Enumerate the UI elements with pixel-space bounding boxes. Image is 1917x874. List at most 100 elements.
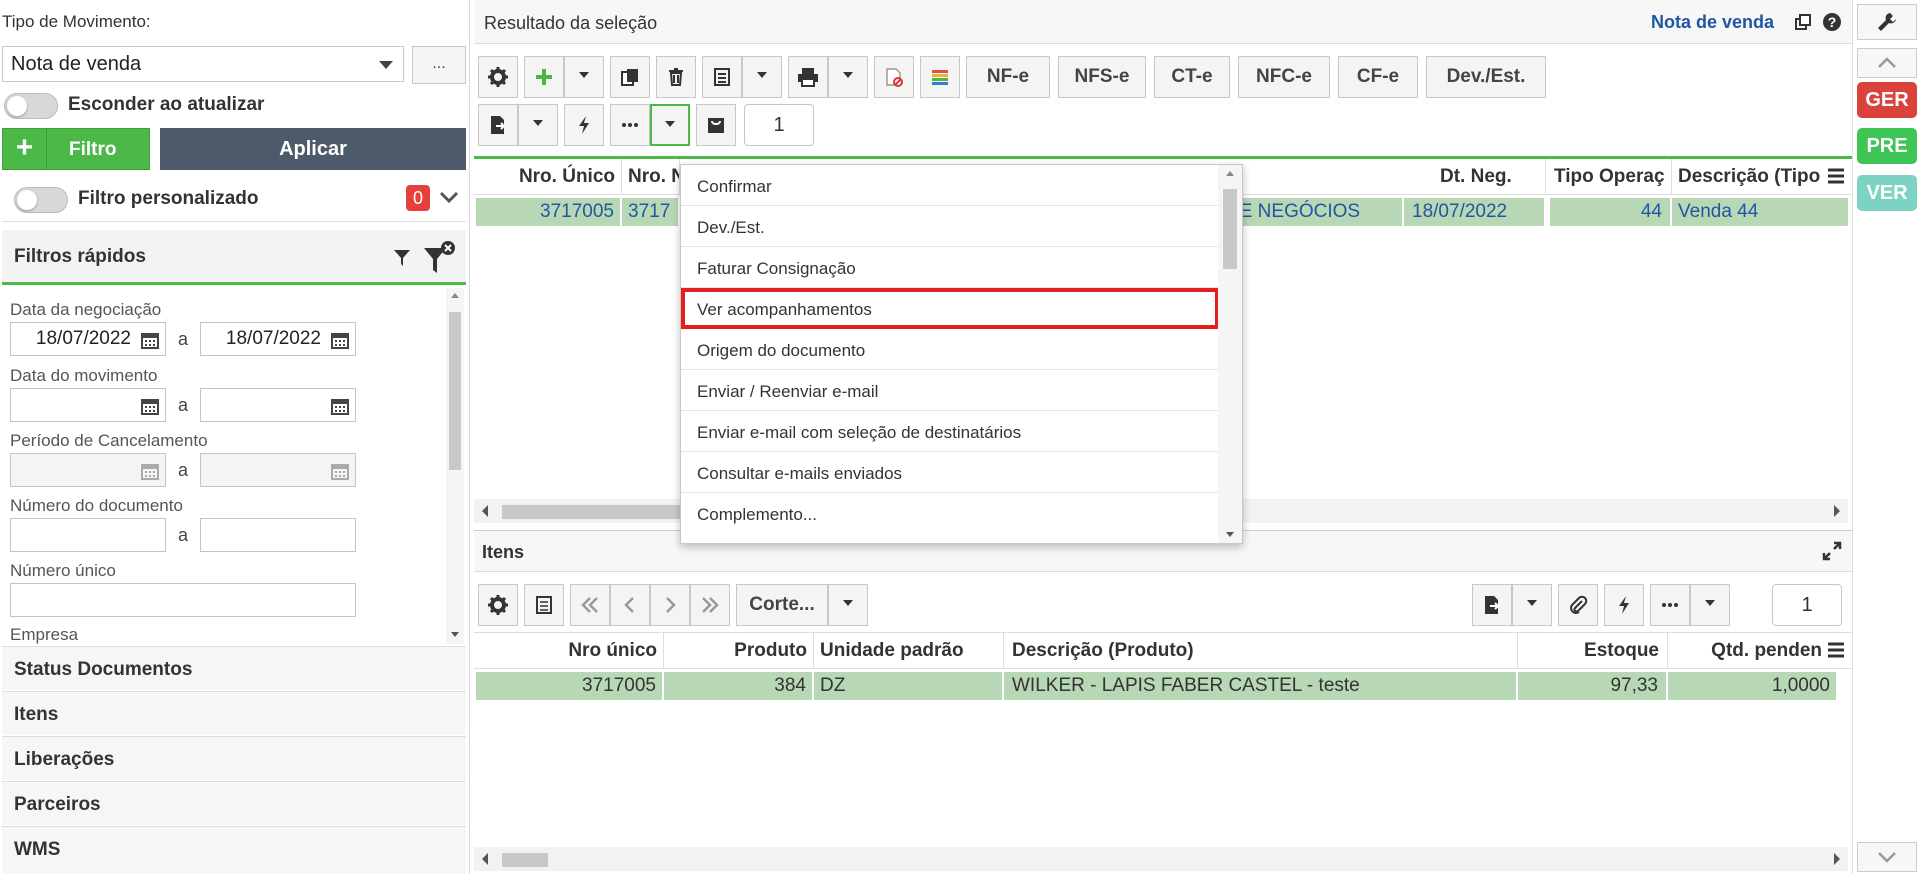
negotiation-date-to[interactable]: 18/07/2022 (200, 322, 356, 356)
calendar-icon[interactable] (141, 397, 159, 415)
cfe-button[interactable]: CF-e (1338, 56, 1418, 98)
negotiation-date-from[interactable]: 18/07/2022 (10, 322, 166, 356)
items-actions-button[interactable] (1604, 584, 1644, 626)
items-settings-button[interactable] (478, 584, 518, 626)
cte-button[interactable]: CT-e (1154, 56, 1230, 98)
col-qtd-pendente[interactable]: Qtd. penden (1668, 633, 1824, 669)
col-unidade-padrao[interactable]: Unidade padrão (814, 633, 1004, 669)
actions-button[interactable] (564, 104, 604, 146)
dev-est-button[interactable]: Dev./Est. (1426, 56, 1546, 98)
items-horizontal-scrollbar[interactable] (474, 847, 1848, 871)
print-button[interactable] (788, 56, 828, 98)
movement-date-from[interactable] (10, 388, 166, 422)
menu-item-enviar-email-destinatarios[interactable]: Enviar e-mail com seleção de destinatári… (681, 411, 1219, 452)
arrow-down-icon[interactable] (1218, 527, 1242, 543)
movement-date-to[interactable] (200, 388, 356, 422)
items-export-dropdown-button[interactable] (1512, 584, 1552, 626)
col-dt-neg[interactable]: Dt. Neg. (1404, 159, 1546, 195)
add-button[interactable] (524, 56, 564, 98)
list-dropdown-button[interactable] (742, 56, 782, 98)
table-row[interactable]: 3717005 384 DZ WILKER - LAPIS FABER CAST… (476, 672, 1850, 700)
pre-tag[interactable]: PRE (1857, 128, 1917, 164)
quick-filters-header[interactable]: Filtros rápidos (2, 230, 466, 285)
duplicate-button[interactable] (610, 56, 650, 98)
clear-filter-icon[interactable] (420, 240, 456, 276)
page-counter[interactable]: 1 (744, 104, 814, 146)
menu-item-faturar-consignacao[interactable]: Faturar Consignação (681, 247, 1219, 288)
ger-tag[interactable]: GER (1857, 82, 1917, 118)
calendar-icon[interactable] (141, 331, 159, 349)
apply-button[interactable]: Aplicar (160, 128, 466, 170)
arrow-down-icon[interactable] (446, 628, 464, 642)
ver-tag[interactable]: VER (1857, 175, 1917, 211)
bag-button[interactable] (696, 104, 736, 146)
custom-filter-toggle[interactable] (14, 187, 68, 213)
delete-button[interactable] (656, 56, 696, 98)
col-tipo-operacao[interactable]: Tipo Operaç (1546, 159, 1672, 195)
menu-item-confirmar[interactable]: Confirmar (681, 165, 1219, 206)
arrow-right-icon[interactable] (1834, 853, 1840, 865)
next-page-button[interactable] (650, 584, 690, 626)
col-nro-unico[interactable]: Nro. Único (474, 159, 622, 195)
corte-button[interactable]: Corte... (736, 584, 828, 626)
tools-button[interactable] (1857, 4, 1917, 40)
export-dropdown-button[interactable] (518, 104, 558, 146)
scroll-down-button[interactable] (1857, 842, 1917, 872)
items-detail-button[interactable] (524, 584, 564, 626)
quick-filters-scrollbar[interactable] (446, 288, 464, 644)
unique-number-input[interactable] (10, 583, 356, 617)
menu-icon[interactable] (1826, 641, 1846, 659)
movement-type-select[interactable]: Nota de venda (2, 46, 404, 82)
more-button[interactable] (610, 104, 650, 146)
hide-on-update-toggle[interactable] (4, 93, 58, 119)
arrow-left-icon[interactable] (482, 853, 488, 865)
accordion-itens[interactable]: Itens (2, 691, 466, 735)
col-descricao-produto[interactable]: Descrição (Produto) (1004, 633, 1518, 669)
scrollbar-thumb[interactable] (1223, 189, 1237, 269)
menu-scrollbar[interactable] (1218, 165, 1242, 543)
document-number-from[interactable] (10, 518, 166, 552)
list-button[interactable] (702, 56, 742, 98)
help-icon[interactable]: ? (1822, 12, 1842, 32)
items-more-button[interactable] (1650, 584, 1690, 626)
document-number-to[interactable] (200, 518, 356, 552)
chevron-down-icon[interactable] (438, 186, 460, 208)
settings-button[interactable] (478, 56, 518, 98)
attach-button[interactable] (1558, 584, 1598, 626)
movement-lookup-button[interactable]: ... (412, 46, 466, 84)
nfce-button[interactable]: NFC-e (1238, 56, 1330, 98)
items-page-counter[interactable]: 1 (1772, 584, 1842, 626)
menu-item-enviar-email[interactable]: Enviar / Reenviar e-mail (681, 370, 1219, 411)
calendar-icon[interactable] (331, 331, 349, 349)
movement-type-link[interactable]: Nota de venda (1651, 12, 1774, 33)
arrow-up-icon[interactable] (1218, 165, 1242, 181)
calendar-icon[interactable] (141, 462, 159, 480)
accordion-wms[interactable]: WMS (2, 826, 466, 874)
cancel-document-button[interactable] (874, 56, 914, 98)
scrollbar-thumb[interactable] (449, 312, 461, 470)
col-nro-unico[interactable]: Nro único (474, 633, 664, 669)
calendar-icon[interactable] (331, 397, 349, 415)
menu-item-origem-documento[interactable]: Origem do documento (681, 329, 1219, 370)
items-more-dropdown-button[interactable] (1690, 584, 1730, 626)
cancel-period-from[interactable] (10, 453, 166, 487)
col-descricao-tipo[interactable]: Descrição (Tipo (1672, 159, 1824, 195)
menu-item-complemento[interactable]: Complemento... (681, 493, 1219, 534)
arrow-right-icon[interactable] (1834, 505, 1840, 517)
calendar-icon[interactable] (331, 462, 349, 480)
scroll-up-button[interactable] (1857, 48, 1917, 78)
accordion-status-documentos[interactable]: Status Documentos (2, 646, 466, 690)
nfse-button[interactable]: NFS-e (1058, 56, 1146, 98)
menu-item-dev-est[interactable]: Dev./Est. (681, 206, 1219, 247)
col-produto[interactable]: Produto (664, 633, 814, 669)
print-dropdown-button[interactable] (828, 56, 868, 98)
menu-icon[interactable] (1826, 167, 1846, 185)
menu-item-ver-acompanhamentos[interactable]: Ver acompanhamentos (681, 288, 1219, 329)
col-estoque[interactable]: Estoque (1518, 633, 1668, 669)
col-nro-nota[interactable]: Nro. N (622, 159, 680, 195)
windows-icon[interactable] (1794, 13, 1812, 31)
nfe-button[interactable]: NF-e (966, 56, 1050, 98)
accordion-liberacoes[interactable]: Liberações (2, 736, 466, 780)
add-filter-button[interactable]: + Filtro (2, 128, 150, 170)
accordion-parceiros[interactable]: Parceiros (2, 781, 466, 825)
